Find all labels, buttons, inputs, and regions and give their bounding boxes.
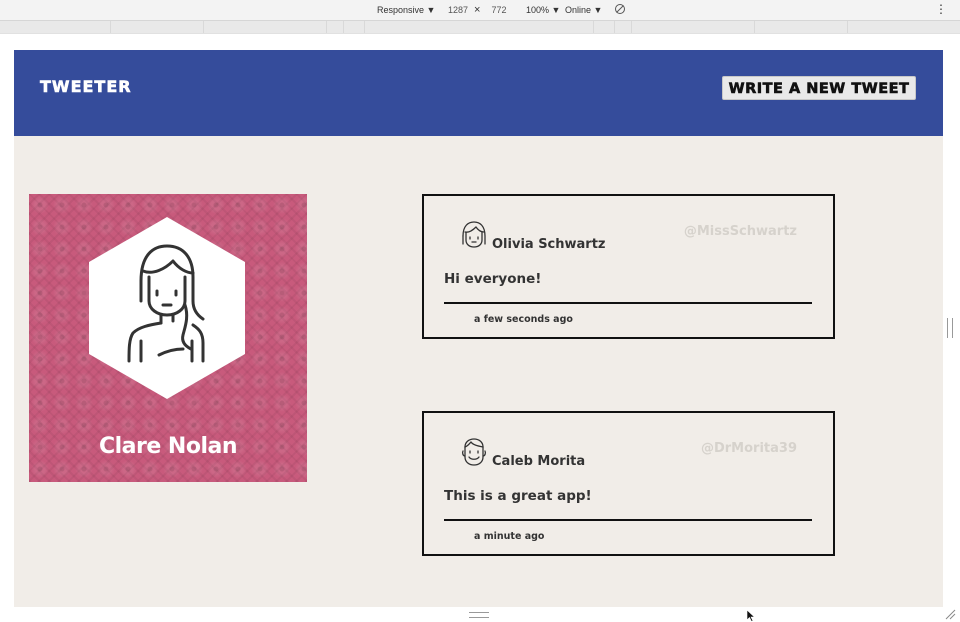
mouse-cursor-icon — [746, 610, 756, 622]
tweet-divider — [444, 302, 812, 304]
viewport-width-input[interactable]: 1287 — [441, 3, 475, 17]
more-options-icon[interactable]: ⋮ — [935, 3, 947, 15]
tweet-divider — [444, 519, 812, 521]
height-resize-handle[interactable] — [469, 612, 489, 618]
tweet-timestamp: a few seconds ago — [474, 314, 573, 325]
devtools-device-toolbar: Responsive ▼ 1287 × 772 100% ▼ Online ▼ … — [0, 0, 960, 21]
tweet-handle[interactable]: @MissSchwartz — [684, 224, 797, 239]
profile-card: Clare Nolan — [29, 194, 307, 482]
tweet-content: Hi everyone! — [444, 271, 542, 287]
woman-face-icon — [462, 221, 486, 248]
network-throttle-select[interactable]: Online ▼ — [565, 5, 602, 15]
tweet-timestamp: a minute ago — [474, 531, 545, 542]
man-face-icon — [461, 438, 487, 466]
profile-name: Clare Nolan — [98, 434, 238, 459]
dimension-separator: × — [474, 4, 481, 16]
tweet-card: Caleb Morita @DrMorita39 This is a great… — [422, 411, 835, 556]
device-select[interactable]: Responsive ▼ — [377, 5, 435, 15]
tweet-author[interactable]: Caleb Morita — [492, 454, 585, 469]
tweet-author[interactable]: Olivia Schwartz — [492, 237, 606, 252]
tweet-card: Olivia Schwartz @MissSchwartz Hi everyon… — [422, 194, 835, 339]
tweet-handle[interactable]: @DrMorita39 — [701, 441, 797, 456]
write-new-tweet-button[interactable]: WRITE A NEW TWEET — [722, 76, 916, 100]
profile-avatar — [89, 217, 245, 399]
rotate-icon[interactable] — [614, 3, 626, 17]
zoom-select[interactable]: 100% ▼ — [526, 5, 560, 15]
tweet-content: This is a great app! — [444, 488, 592, 504]
top-navigation: TWEETER WRITE A NEW TWEET — [14, 50, 943, 136]
corner-resize-icon[interactable] — [944, 608, 956, 620]
page-viewport: TWEETER WRITE A NEW TWEET Clare Nolan Ol… — [14, 50, 943, 607]
viewport-height-input[interactable]: 772 — [482, 3, 516, 17]
width-resize-handle[interactable] — [947, 318, 953, 338]
media-query-ruler[interactable] — [0, 21, 960, 34]
brand-logo[interactable]: TWEETER — [40, 77, 132, 97]
